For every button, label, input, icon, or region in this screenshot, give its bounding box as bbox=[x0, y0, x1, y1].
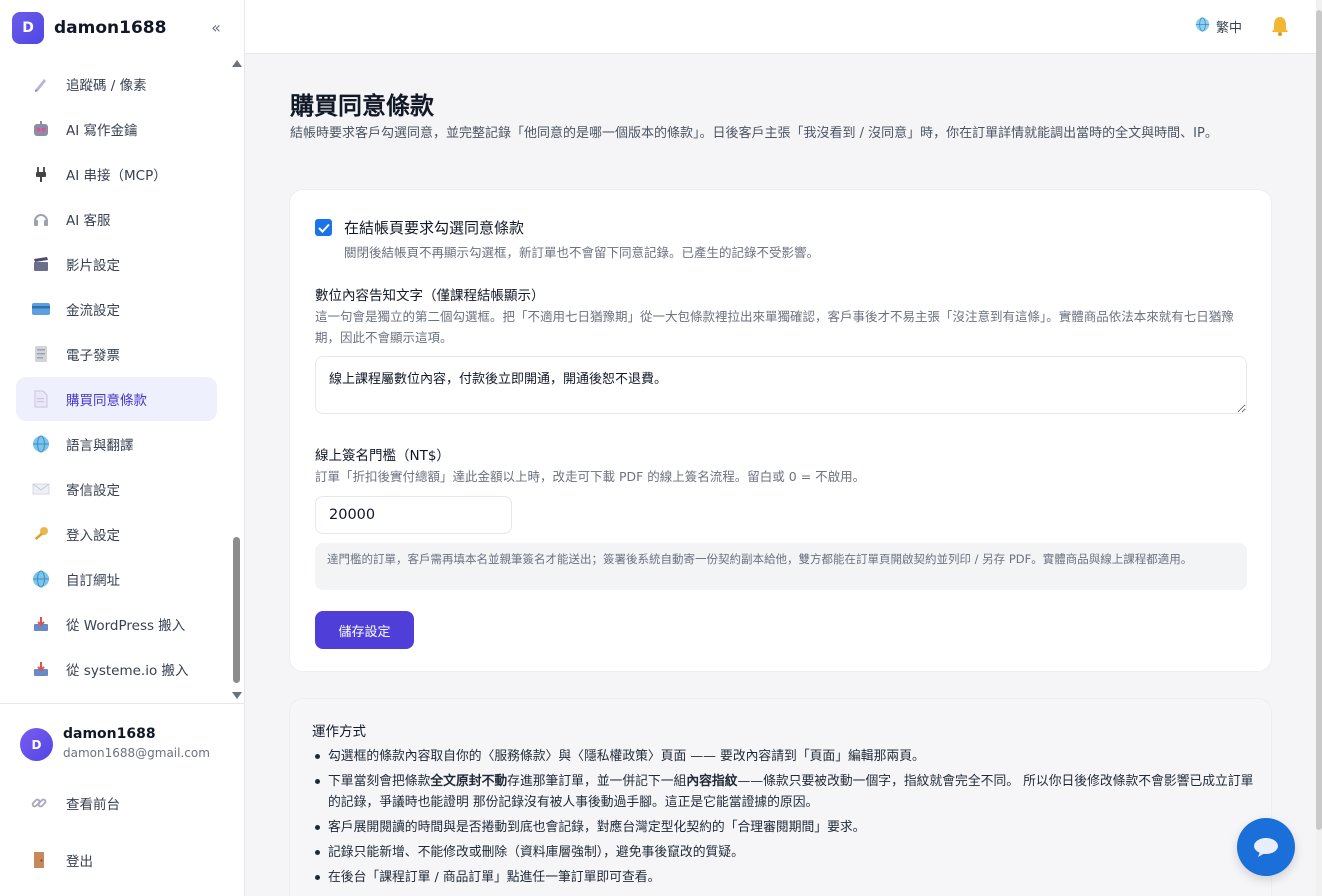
view-frontend-label: 查看前台 bbox=[66, 797, 120, 813]
sidebar-item-video[interactable]: 影片設定 bbox=[16, 242, 217, 286]
sidebar-item-custom-domain[interactable]: 自訂網址 bbox=[16, 557, 217, 601]
sidebar-item-invoice[interactable]: 電子發票 bbox=[16, 332, 217, 376]
sidebar-item-label: 電子發票 bbox=[66, 348, 120, 364]
sidebar-item-label: 自訂網址 bbox=[66, 573, 120, 589]
sidebar-item-label: 寄信設定 bbox=[66, 483, 120, 499]
list-item: 記錄只能新增、不能修改或刪除（資料庫層強制），避免事後竄改的質疑。 bbox=[312, 842, 1257, 863]
brand-avatar: D bbox=[12, 12, 44, 44]
sidebar-item-wordpress-import[interactable]: 從 WordPress 搬入 bbox=[16, 602, 217, 646]
sidebar-item-label: 影片設定 bbox=[66, 258, 120, 274]
sidebar-item-purchase-terms[interactable]: 購買同意條款 bbox=[16, 377, 217, 421]
sidebar-nav: 追蹤碼 / 像素 AI 寫作金鑰 AI 串接（MCP） AI 客服 影片設定 金… bbox=[0, 62, 230, 702]
headphones-icon bbox=[30, 208, 52, 230]
scroll-up-arrow-icon[interactable] bbox=[232, 60, 242, 67]
signature-threshold-label: 線上簽名門檻（NT$） bbox=[315, 448, 450, 464]
digital-notice-label: 數位內容告知文字（僅課程結帳顯示） bbox=[315, 288, 545, 304]
sidebar-item-label: 追蹤碼 / 像素 bbox=[66, 78, 147, 94]
sidebar-item-label: 金流設定 bbox=[66, 303, 120, 319]
save-button[interactable]: 儲存設定 bbox=[315, 611, 414, 649]
page-title: 購買同意條款 bbox=[290, 92, 434, 120]
view-frontend-link[interactable]: 查看前台 bbox=[28, 791, 120, 815]
document-icon bbox=[30, 388, 52, 410]
user-email: damon1688@gmail.com bbox=[63, 746, 210, 760]
scrollbar-thumb[interactable] bbox=[233, 537, 240, 683]
howto-list: 勾選框的條款內容取自你的〈服務條款〉與〈隱私權政策〉頁面 —— 要改內容請到「頁… bbox=[312, 746, 1257, 892]
key-icon bbox=[30, 523, 52, 545]
sidebar-item-label: 從 systeme.io 搬入 bbox=[66, 663, 189, 679]
sidebar-item-label: 語言與翻譯 bbox=[66, 438, 134, 454]
sidebar-item-tracking[interactable]: 追蹤碼 / 像素 bbox=[16, 62, 217, 106]
link-icon bbox=[28, 792, 50, 814]
list-item: 下單當刻會把條款全文原封不動存進那筆訂單，並一併記下一組內容指紋——條款只要被改… bbox=[312, 771, 1257, 813]
collapse-sidebar-button[interactable]: « bbox=[206, 18, 226, 38]
list-item: 客戶展開閱讀的時間與是否捲動到底也會記錄，對應台灣定型化契約的「合理審閱期間」要… bbox=[312, 817, 1257, 838]
settings-card: 在結帳頁要求勾選同意條款 關閉後結帳頁不再顯示勾選框，新訂單也不會留下同意記錄。… bbox=[289, 189, 1272, 672]
globe-icon bbox=[30, 433, 52, 455]
topbar: 繁中 bbox=[245, 0, 1322, 54]
require-consent-help: 關閉後結帳頁不再顯示勾選框，新訂單也不會留下同意記錄。已產生的記錄不受影響。 bbox=[344, 245, 820, 260]
globe-icon bbox=[1195, 17, 1210, 36]
page-description: 結帳時要求客戶勾選同意，並完整記錄「他同意的是哪一個版本的條款」。日後客戶主張「… bbox=[290, 126, 1218, 141]
checkmark-icon bbox=[317, 223, 330, 233]
user-name: damon1688 bbox=[63, 726, 156, 742]
sidebar-item-label: AI 串接（MCP） bbox=[66, 168, 167, 184]
logout-button[interactable]: 登出 bbox=[28, 848, 93, 872]
sidebar-item-ai-support[interactable]: AI 客服 bbox=[16, 197, 217, 241]
chat-bubble-icon bbox=[1254, 838, 1278, 857]
list-item: 在後台「課程訂單 / 商品訂單」點進任一筆訂單即可查看。 bbox=[312, 867, 1257, 888]
inbox-tray-icon bbox=[30, 613, 52, 635]
brand-name: damon1688 bbox=[54, 18, 167, 38]
notification-bell-icon[interactable] bbox=[1270, 15, 1290, 41]
door-icon bbox=[28, 849, 50, 871]
language-label: 繁中 bbox=[1216, 21, 1243, 36]
list-item: 勾選框的條款內容取自你的〈服務條款〉與〈隱私權政策〉頁面 —— 要改內容請到「頁… bbox=[312, 746, 1257, 767]
chat-button[interactable] bbox=[1237, 818, 1295, 876]
sidebar-item-language[interactable]: 語言與翻譯 bbox=[16, 422, 217, 466]
sidebar-scrollbar[interactable] bbox=[231, 60, 243, 702]
signature-threshold-help: 訂單「折扣後實付總額」達此金額以上時，改走可下載 PDF 的線上簽名流程。留白或… bbox=[315, 469, 866, 484]
language-switcher[interactable]: 繁中 bbox=[1195, 17, 1242, 36]
credit-card-icon bbox=[30, 298, 52, 320]
signature-note: 達門檻的訂單，客戶需再填本名並親筆簽名才能送出；簽署後系統自動寄一份契約副本給他… bbox=[315, 543, 1247, 590]
page-scrollbar[interactable] bbox=[1316, 0, 1322, 896]
signature-threshold-input[interactable] bbox=[315, 496, 512, 534]
avatar[interactable]: D bbox=[20, 728, 53, 761]
sidebar-item-mcp[interactable]: AI 串接（MCP） bbox=[16, 152, 217, 196]
sidebar-item-label: AI 寫作金鑰 bbox=[66, 123, 138, 139]
logout-label: 登出 bbox=[66, 854, 93, 870]
robot-icon bbox=[30, 118, 52, 140]
digital-notice-help: 這一句會是獨立的第二個勾選框。把「不適用七日猶豫期」從一大包條款裡拉出來單獨確認… bbox=[315, 309, 1234, 345]
sidebar-footer: D damon1688 damon1688@gmail.com 查看前台 登出 bbox=[0, 703, 245, 896]
sidebar-item-label: 登入設定 bbox=[66, 528, 120, 544]
receipt-icon bbox=[30, 343, 52, 365]
clapper-icon bbox=[30, 253, 52, 275]
scroll-down-arrow-icon[interactable] bbox=[232, 692, 242, 699]
sidebar-item-login[interactable]: 登入設定 bbox=[16, 512, 217, 556]
pen-icon bbox=[30, 73, 52, 95]
require-consent-checkbox[interactable] bbox=[315, 219, 332, 236]
inbox-tray-icon bbox=[30, 658, 52, 680]
sidebar: D damon1688 « 追蹤碼 / 像素 AI 寫作金鑰 AI 串接（MCP… bbox=[0, 0, 245, 896]
sidebar-item-payment[interactable]: 金流設定 bbox=[16, 287, 217, 331]
sidebar-item-systeme-import[interactable]: 從 systeme.io 搬入 bbox=[16, 647, 217, 691]
sidebar-item-label: 從 WordPress 搬入 bbox=[66, 618, 186, 634]
require-consent-label[interactable]: 在結帳頁要求勾選同意條款 bbox=[344, 217, 524, 238]
plug-icon bbox=[30, 163, 52, 185]
howto-title: 運作方式 bbox=[312, 724, 366, 740]
sidebar-item-mail[interactable]: 寄信設定 bbox=[16, 467, 217, 511]
envelope-icon bbox=[30, 478, 52, 500]
digital-notice-textarea[interactable]: 線上課程屬數位內容，付款後立即開通，開通後恕不退費。 bbox=[315, 356, 1247, 414]
sidebar-item-label: 購買同意條款 bbox=[66, 393, 147, 409]
globe-icon bbox=[30, 568, 52, 590]
sidebar-item-ai-key[interactable]: AI 寫作金鑰 bbox=[16, 107, 217, 151]
brand[interactable]: D damon1688 bbox=[12, 12, 166, 44]
sidebar-item-label: AI 客服 bbox=[66, 213, 111, 229]
page-scrollbar-thumb[interactable] bbox=[1316, 10, 1322, 830]
howto-card: 運作方式 勾選框的條款內容取自你的〈服務條款〉與〈隱私權政策〉頁面 —— 要改內… bbox=[289, 698, 1272, 896]
